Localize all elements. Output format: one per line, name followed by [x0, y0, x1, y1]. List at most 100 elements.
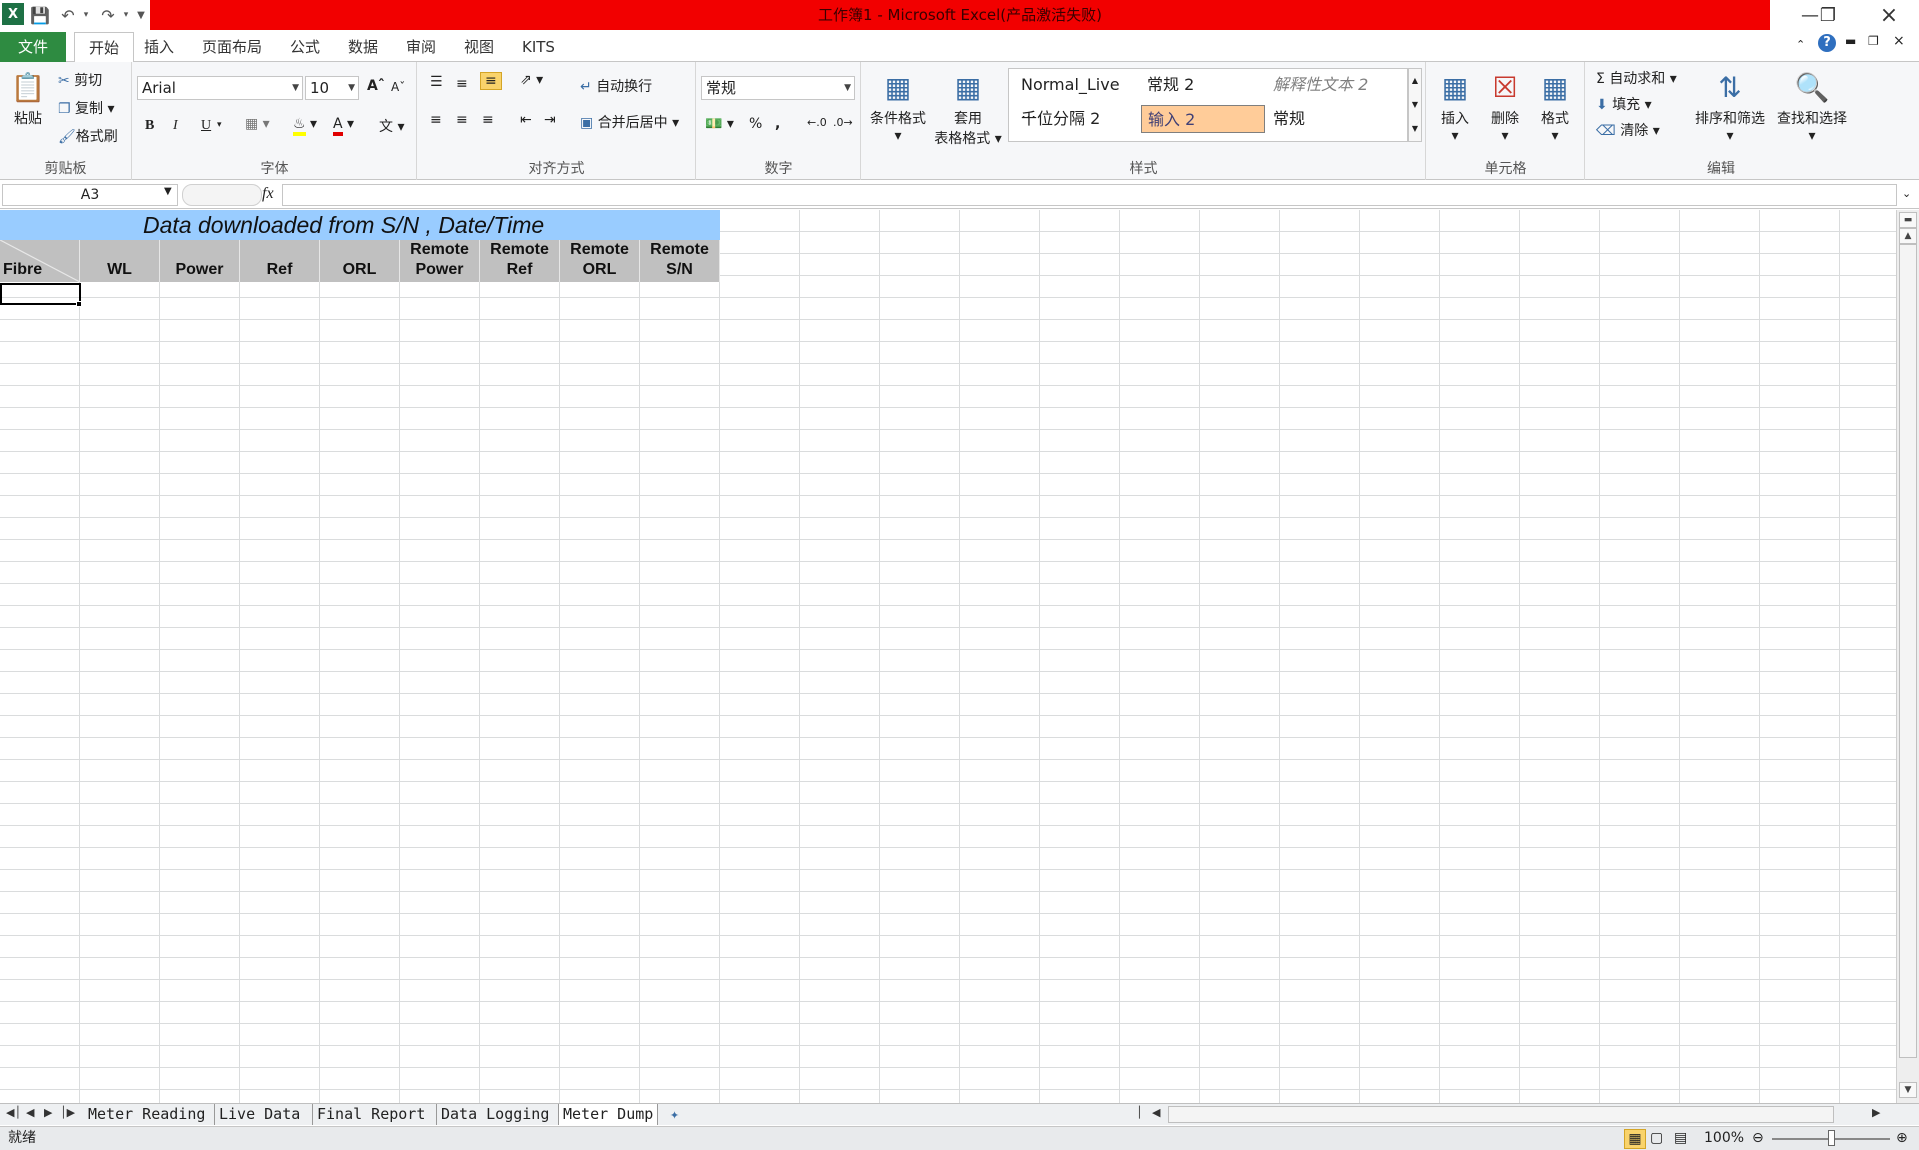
find-select-button[interactable]: 🔍 查找和选择 ▾ — [1772, 68, 1852, 144]
autosum-button[interactable]: Σ 自动求和 ▾ — [1596, 68, 1677, 88]
currency-icon[interactable]: 💵 ▾ — [705, 116, 734, 132]
prev-sheet-icon[interactable]: ◀ — [26, 1106, 34, 1119]
page-break-view-icon[interactable]: ▤ — [1674, 1127, 1687, 1150]
tab-file[interactable]: 文件 — [0, 32, 67, 62]
orientation-icon[interactable]: ⇗ ▾ — [520, 72, 543, 88]
zoom-in-icon[interactable]: ⊕ — [1896, 1127, 1908, 1150]
decrease-decimal-icon[interactable]: .0→ — [833, 116, 853, 129]
style-normal[interactable]: 常规 — [1267, 105, 1389, 133]
header-cell-fibre[interactable]: Fibre — [0, 240, 80, 282]
delete-cells-button[interactable]: ☒ 删除 ▾ — [1481, 68, 1529, 144]
tab-insert[interactable]: 插入 — [130, 32, 188, 62]
zoom-out-icon[interactable]: ⊖ — [1752, 1127, 1764, 1150]
scroll-up-icon[interactable]: ▲ — [1899, 228, 1917, 244]
tab-split-handle-icon[interactable]: │ — [1136, 1106, 1143, 1119]
doc-close-icon[interactable]: × — [1893, 33, 1905, 49]
tab-home[interactable]: 开始 — [74, 32, 135, 63]
normal-view-icon[interactable]: ▦ — [1624, 1129, 1646, 1149]
align-bottom-icon[interactable]: ≡ — [480, 72, 502, 90]
copy-button[interactable]: ❐ 复制 ▾ — [58, 98, 115, 118]
insert-cells-button[interactable]: ▦ 插入 ▾ — [1431, 68, 1479, 144]
vertical-scrollbar[interactable]: ▬ ▲ ▼ — [1896, 210, 1919, 1103]
tab-view[interactable]: 视图 — [450, 32, 508, 62]
number-format-select[interactable]: 常规 ▼ — [701, 76, 855, 100]
wrap-text-button[interactable]: ↵ 自动换行 — [580, 76, 652, 96]
sheet-tab-final-report[interactable]: Final Report — [312, 1104, 429, 1125]
font-name-select[interactable]: Arial ▼ — [137, 76, 303, 100]
format-cells-button[interactable]: ▦ 格式 ▾ — [1531, 68, 1579, 144]
format-painter-button[interactable]: 🖌格式刷 — [58, 126, 118, 146]
font-color-button[interactable]: A ▾ — [333, 116, 354, 136]
style-input-2[interactable]: 输入 2 — [1141, 105, 1265, 133]
expand-formula-icon[interactable]: ⌄ — [1902, 187, 1911, 200]
sheet-tab-data-logging[interactable]: Data Logging — [436, 1104, 553, 1125]
header-cell-remote-ref[interactable]: Remote Ref — [480, 240, 560, 282]
align-left-icon[interactable]: ≡ — [430, 112, 442, 128]
style-gallery-scroll[interactable]: ▲ ▼ ▼ — [1408, 68, 1422, 142]
restore-icon[interactable]: ❐ — [1808, 0, 1848, 30]
fill-color-button[interactable]: ♨ ▾ — [293, 116, 317, 136]
header-cell-wl[interactable]: WL — [80, 240, 160, 282]
formula-input[interactable] — [282, 184, 1897, 206]
active-cell[interactable] — [0, 283, 81, 305]
underline-dropdown-icon[interactable]: ▾ — [217, 120, 222, 130]
table-format-button[interactable]: ▦ 套用 表格格式 ▾ — [932, 68, 1004, 148]
page-layout-view-icon[interactable]: ▢ — [1650, 1127, 1663, 1150]
scroll-down-icon[interactable]: ▼ — [1899, 1082, 1917, 1098]
cut-button[interactable]: ✂ 剪切 — [58, 70, 102, 90]
horizontal-scroll-thumb[interactable] — [1168, 1106, 1834, 1123]
fill-handle[interactable] — [76, 301, 82, 307]
conditional-format-button[interactable]: ▦ 条件格式 ▾ — [866, 68, 930, 144]
clear-button[interactable]: ⌫ 清除 ▾ — [1596, 120, 1660, 140]
help-icon[interactable]: ? — [1818, 34, 1836, 52]
sheet-tab-meter-reading[interactable]: Meter Reading — [84, 1104, 209, 1125]
decrease-indent-icon[interactable]: ⇤ — [520, 112, 532, 128]
name-box[interactable]: A3 — [2, 184, 178, 206]
tab-formulas[interactable]: 公式 — [276, 32, 334, 62]
scroll-left-icon[interactable]: ◀ — [1152, 1106, 1160, 1119]
insert-function-button[interactable]: fx — [262, 185, 274, 203]
close-button[interactable]: × — [1869, 0, 1909, 30]
grow-font-icon[interactable]: Aˆ — [367, 78, 385, 94]
tab-review[interactable]: 审阅 — [392, 32, 450, 62]
header-cell-remote-power[interactable]: Remote Power — [400, 240, 480, 282]
fill-button[interactable]: ⬇ 填充 ▾ — [1596, 94, 1652, 114]
paste-button[interactable]: 📋 粘贴 — [6, 68, 50, 128]
phonetic-icon[interactable]: 文 ▾ — [379, 116, 404, 136]
style-normal-2[interactable]: 常规 2 — [1141, 71, 1263, 99]
name-box-dropdown-icon[interactable]: ▼ — [164, 186, 172, 197]
zoom-slider-thumb[interactable] — [1828, 1130, 1835, 1146]
first-sheet-icon[interactable]: ◀│ — [6, 1106, 21, 1119]
sort-filter-button[interactable]: ⇅ 排序和筛选 ▾ — [1690, 68, 1770, 144]
doc-restore-icon[interactable]: ❐ — [1868, 34, 1879, 48]
shrink-font-icon[interactable]: Aˇ — [391, 80, 405, 94]
doc-minimize-icon[interactable]: ▬ — [1845, 34, 1856, 48]
sheet-tab-live-data[interactable]: Live Data — [214, 1104, 304, 1125]
header-cell-remote-sn[interactable]: Remote S/N — [640, 240, 720, 282]
style-thousands-2[interactable]: 千位分隔 2 — [1015, 105, 1137, 133]
collapse-ribbon-icon[interactable]: ⌃ — [1796, 38, 1805, 51]
split-handle-icon[interactable]: ▬ — [1899, 212, 1917, 228]
italic-button[interactable]: I — [173, 118, 178, 134]
undo-icon[interactable]: ↶ — [56, 3, 80, 27]
customize-toolbar-icon[interactable]: ▼ — [134, 3, 148, 27]
header-cell-power[interactable]: Power — [160, 240, 240, 282]
increase-indent-icon[interactable]: ⇥ — [544, 112, 556, 128]
tab-kits[interactable]: KITS — [508, 32, 569, 62]
increase-decimal-icon[interactable]: ←.0 — [807, 116, 827, 129]
vertical-scroll-thumb[interactable] — [1899, 244, 1917, 1058]
tab-page-layout[interactable]: 页面布局 — [188, 32, 276, 62]
sheet-tab-meter-dump[interactable]: Meter Dump — [558, 1104, 659, 1125]
comma-button[interactable]: , — [775, 116, 780, 132]
style-normal-live[interactable]: Normal_Live ... — [1015, 71, 1137, 122]
scroll-right-icon[interactable]: ▶ — [1872, 1106, 1880, 1119]
style-explanatory-2[interactable]: 解释性文本 2 — [1267, 71, 1389, 99]
underline-button[interactable]: U — [201, 118, 211, 134]
zoom-level[interactable]: 100% — [1704, 1127, 1744, 1150]
banner-cell[interactable]: Data downloaded from S/N , Date/Time — [0, 210, 720, 240]
tab-data[interactable]: 数据 — [334, 32, 392, 62]
save-icon[interactable]: 💾 — [28, 3, 52, 27]
last-sheet-icon[interactable]: │▶ — [60, 1106, 75, 1119]
align-right-icon[interactable]: ≡ — [482, 112, 494, 128]
redo-icon[interactable]: ↷ — [96, 3, 120, 27]
